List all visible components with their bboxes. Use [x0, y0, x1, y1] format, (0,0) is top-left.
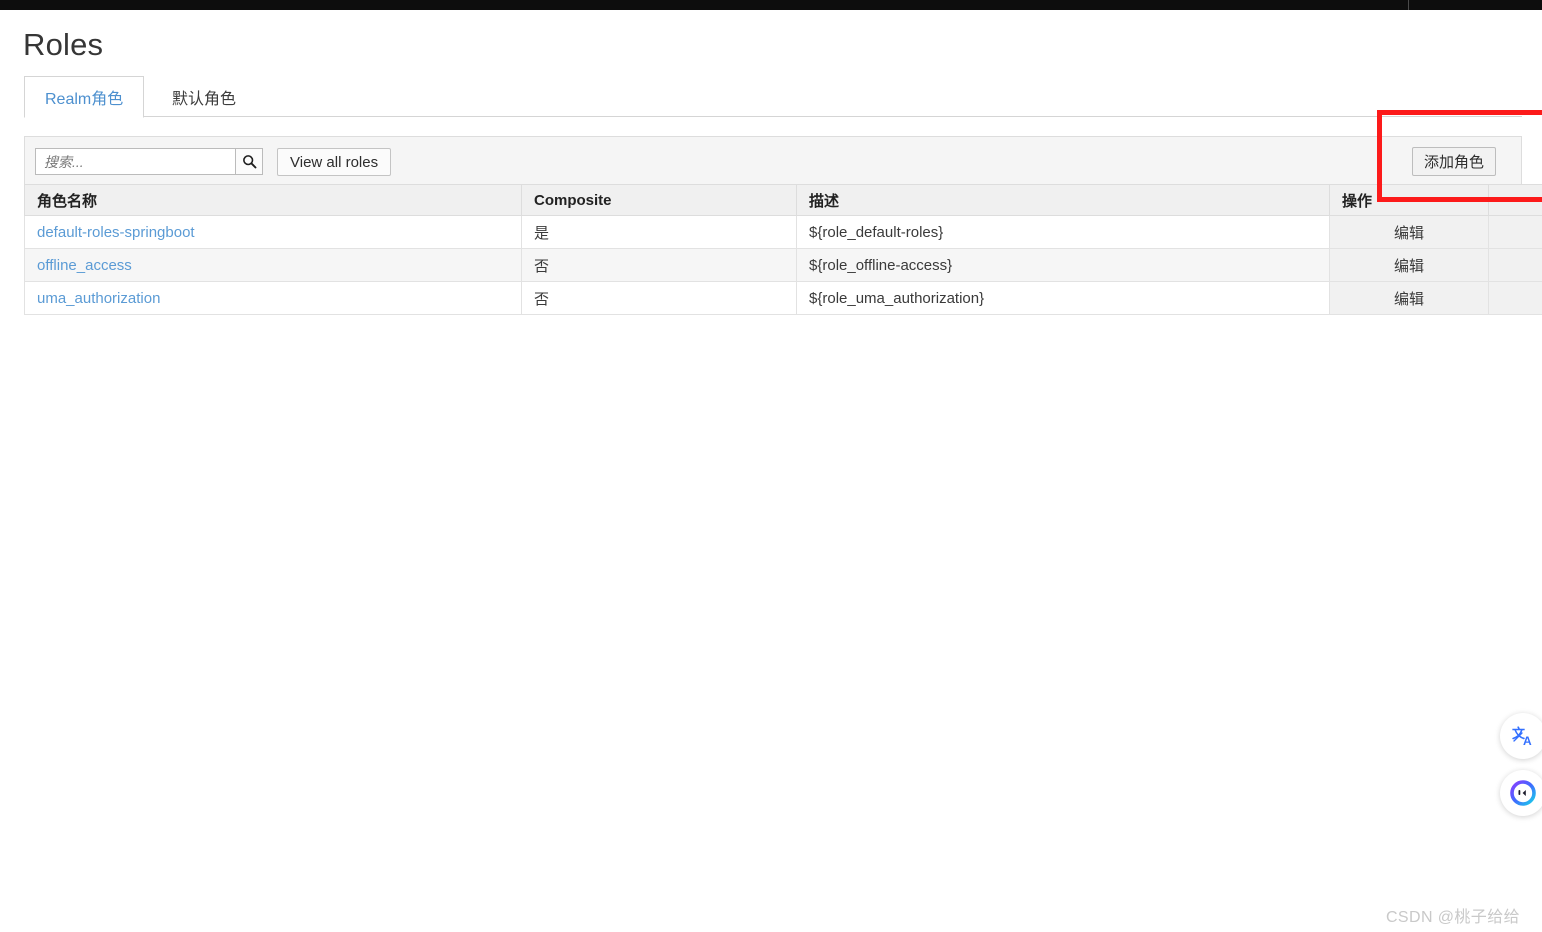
delete-role-button: 删除	[1489, 216, 1542, 249]
roles-toolbar: View all roles 添加角色	[24, 136, 1522, 185]
browser-strip-divider	[1408, 0, 1409, 10]
search-input[interactable]	[35, 148, 235, 175]
cell-role-name: uma_authorization	[25, 282, 522, 315]
column-header-description: 描述	[797, 185, 1330, 216]
table-row: default-roles-springboot 是 ${role_defaul…	[25, 216, 1542, 249]
ai-assistant-widget-button[interactable]	[1500, 770, 1542, 816]
delete-role-button[interactable]: 删除	[1489, 282, 1542, 315]
cell-role-name: offline_access	[25, 249, 522, 282]
page-title: Roles	[23, 26, 103, 64]
edit-role-button[interactable]: 编辑	[1330, 249, 1489, 282]
cell-composite: 是	[522, 216, 797, 249]
tab-bar: Realm角色 默认角色	[24, 76, 1522, 117]
role-link[interactable]: uma_authorization	[37, 290, 160, 307]
search-icon	[242, 154, 257, 169]
translate-widget-button[interactable]: 文 A	[1500, 713, 1542, 759]
svg-text:A: A	[1523, 734, 1532, 748]
cell-description: ${role_default-roles}	[797, 216, 1330, 249]
role-link[interactable]: default-roles-springboot	[37, 224, 195, 241]
add-role-button[interactable]: 添加角色	[1412, 147, 1496, 176]
column-header-composite: Composite	[522, 185, 797, 216]
table-row: offline_access 否 ${role_offline-access} …	[25, 249, 1542, 282]
edit-role-button[interactable]: 编辑	[1330, 216, 1489, 249]
search-group	[35, 148, 263, 175]
cell-composite: 否	[522, 249, 797, 282]
translate-icon: 文 A	[1510, 723, 1536, 749]
search-button[interactable]	[235, 148, 263, 175]
cell-description: ${role_offline-access}	[797, 249, 1330, 282]
tab-default-roles[interactable]: 默认角色	[151, 76, 257, 117]
column-header-role-name: 角色名称	[25, 185, 522, 216]
role-link[interactable]: offline_access	[37, 257, 132, 274]
roles-table: 角色名称 Composite 描述 操作 default-roles-sprin…	[24, 184, 1542, 315]
column-header-actions-extra	[1489, 185, 1542, 216]
ai-assistant-icon	[1508, 778, 1538, 808]
cell-description: ${role_uma_authorization}	[797, 282, 1330, 315]
table-row: uma_authorization 否 ${role_uma_authoriza…	[25, 282, 1542, 315]
csdn-watermark: CSDN @桃子给给	[1386, 903, 1520, 927]
cell-composite: 否	[522, 282, 797, 315]
delete-role-button[interactable]: 删除	[1489, 249, 1542, 282]
browser-top-strip	[0, 0, 1542, 10]
column-header-actions: 操作	[1330, 185, 1489, 216]
tab-realm-roles[interactable]: Realm角色	[24, 76, 144, 118]
edit-role-button[interactable]: 编辑	[1330, 282, 1489, 315]
table-header-row: 角色名称 Composite 描述 操作	[25, 185, 1542, 216]
cell-role-name: default-roles-springboot	[25, 216, 522, 249]
view-all-roles-button[interactable]: View all roles	[277, 148, 391, 176]
